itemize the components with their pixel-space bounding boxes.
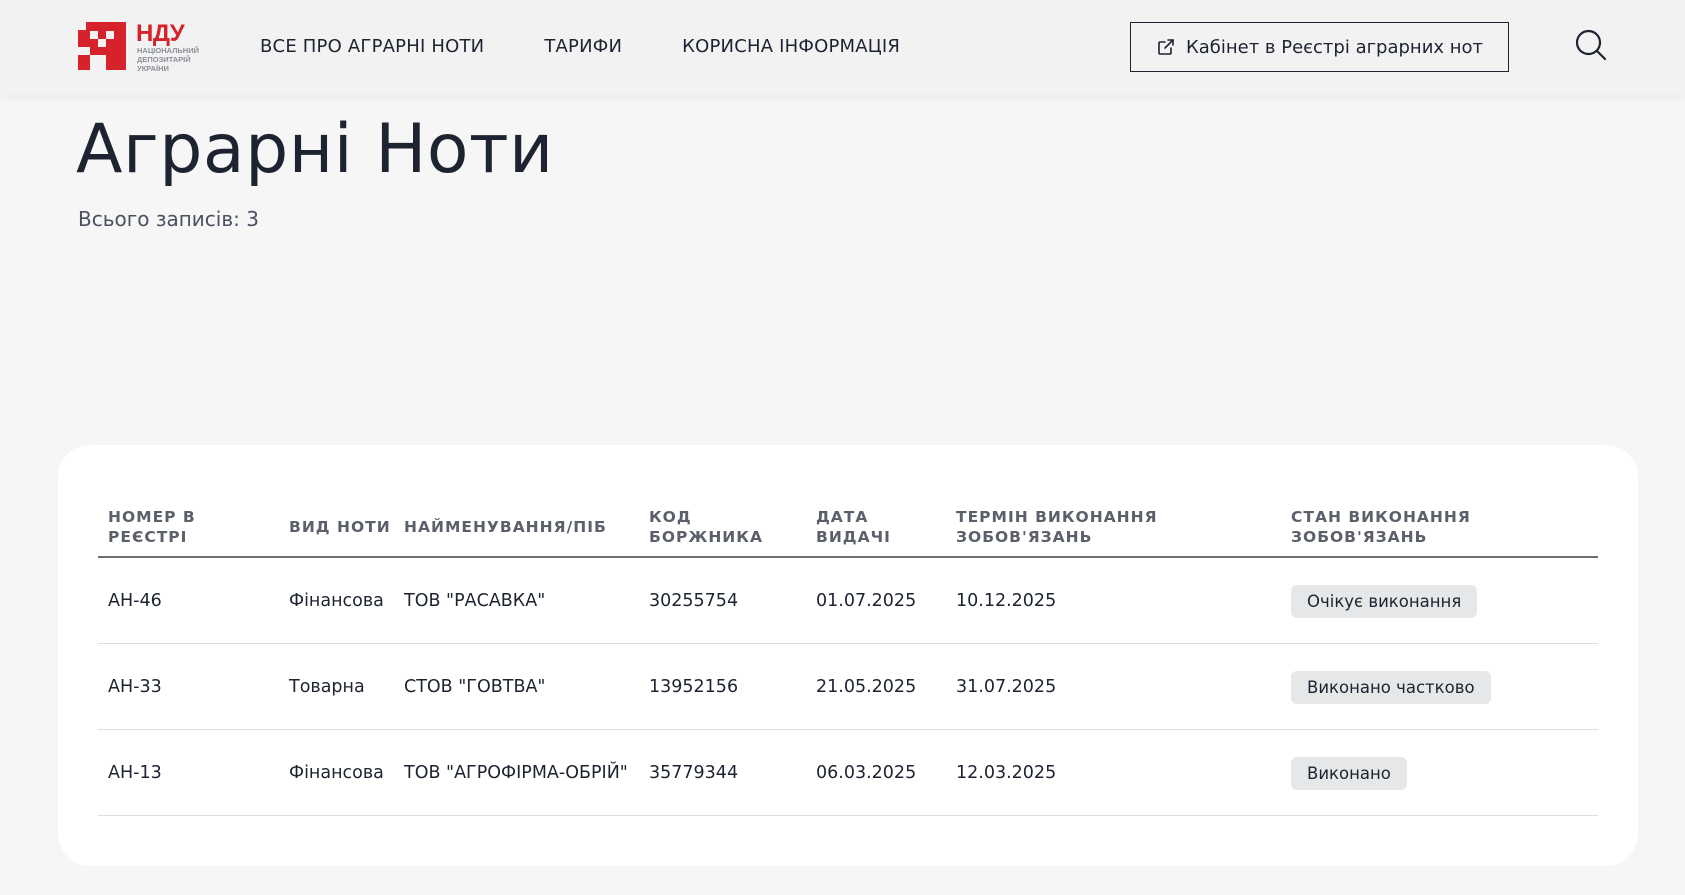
cell-debtor-code: 35779344 (649, 763, 739, 783)
ndu-logo-mark-icon (78, 22, 126, 70)
cell-note-type: Фінансова (289, 591, 384, 611)
page-title: Аграрні Ноти (76, 110, 554, 189)
header-registry-number[interactable]: НОМЕР В РЕЄСТРІ (108, 495, 196, 558)
header-obligation-term[interactable]: ТЕРМІН ВИКОНАННЯ ЗОБОВ'ЯЗАНЬ (956, 495, 1158, 558)
search-button[interactable] (1574, 28, 1608, 62)
nav-useful-info[interactable]: КОРИСНА ІНФОРМАЦІЯ (682, 36, 900, 57)
cell-status: Виконано (1291, 730, 1407, 816)
cell-name: СТОВ "ГОВТВА" (404, 677, 546, 697)
cell-registry-number: АН-13 (108, 763, 162, 783)
site-header: НДУ НАЦІОНАЛЬНИЙ ДЕПОЗИТАРІЙ УКРАЇНИ ВСЕ… (0, 0, 1685, 95)
logo-subtitle: НАЦІОНАЛЬНИЙ ДЕПОЗИТАРІЙ УКРАЇНИ (137, 46, 207, 73)
status-badge: Очікує виконання (1291, 584, 1478, 618)
table-row[interactable]: АН-33 Товарна СТОВ "ГОВТВА" 13952156 21.… (98, 644, 1598, 730)
cell-registry-number: АН-33 (108, 677, 162, 697)
nav-all-about-notes[interactable]: ВСЕ ПРО АГРАРНІ НОТИ (260, 36, 484, 57)
notes-table-card: НОМЕР В РЕЄСТРІ ВИД НОТИ НАЙМЕНУВАННЯ/ПІБ… (58, 445, 1638, 866)
cell-issue-date: 21.05.2025 (816, 677, 917, 697)
records-count: Всього записів: 3 (78, 207, 259, 231)
cell-status: Очікує виконання (1291, 558, 1478, 644)
cabinet-button-label: Кабінет в Реєстрі аграрних нот (1185, 36, 1484, 58)
cell-name: ТОВ "РАСАВКА" (404, 591, 546, 611)
cell-note-type: Фінансова (289, 763, 384, 783)
table-row[interactable]: АН-46 Фінансова ТОВ "РАСАВКА" 30255754 0… (98, 558, 1598, 644)
header-obligation-status[interactable]: СТАН ВИКОНАННЯ ЗОБОВ'ЯЗАНЬ (1291, 495, 1471, 558)
header-debtor-code[interactable]: КОД БОРЖНИКА (649, 495, 763, 558)
nav-tariffs[interactable]: ТАРИФИ (544, 36, 622, 57)
cell-obligation-term: 12.03.2025 (956, 763, 1057, 783)
logo-line-3: УКРАЇНИ (137, 64, 169, 73)
logo-line-1: НАЦІОНАЛЬНИЙ (137, 46, 200, 55)
header-note-type[interactable]: ВИД НОТИ (289, 495, 391, 558)
cell-obligation-term: 31.07.2025 (956, 677, 1057, 697)
cell-issue-date: 01.07.2025 (816, 591, 917, 611)
external-link-icon (1158, 39, 1174, 55)
cell-name: ТОВ "АГРОФІРМА-ОБРІЙ" (404, 763, 628, 783)
table-header: НОМЕР В РЕЄСТРІ ВИД НОТИ НАЙМЕНУВАННЯ/ПІБ… (98, 495, 1598, 558)
ndu-logo[interactable]: НДУ НАЦІОНАЛЬНИЙ ДЕПОЗИТАРІЙ УКРАЇНИ (78, 20, 203, 74)
cell-registry-number: АН-46 (108, 591, 162, 611)
cell-note-type: Товарна (289, 677, 365, 697)
cabinet-registry-button[interactable]: Кабінет в Реєстрі аграрних нот (1130, 22, 1509, 72)
logo-line-2: ДЕПОЗИТАРІЙ (137, 55, 191, 64)
cell-issue-date: 06.03.2025 (816, 763, 917, 783)
logo-abbreviation: НДУ (136, 20, 185, 47)
cell-debtor-code: 30255754 (649, 591, 739, 611)
main-nav: ВСЕ ПРО АГРАРНІ НОТИ ТАРИФИ КОРИСНА ІНФО… (260, 36, 900, 57)
cell-status: Виконано частково (1291, 644, 1491, 730)
status-badge: Виконано частково (1291, 670, 1491, 704)
cell-debtor-code: 13952156 (649, 677, 739, 697)
search-icon (1575, 29, 1607, 61)
notes-table: НОМЕР В РЕЄСТРІ ВИД НОТИ НАЙМЕНУВАННЯ/ПІБ… (98, 495, 1598, 816)
status-badge: Виконано (1291, 756, 1407, 790)
header-issue-date[interactable]: ДАТА ВИДАЧІ (816, 495, 891, 558)
cell-obligation-term: 10.12.2025 (956, 591, 1057, 611)
header-name[interactable]: НАЙМЕНУВАННЯ/ПІБ (404, 495, 607, 558)
table-row[interactable]: АН-13 Фінансова ТОВ "АГРОФІРМА-ОБРІЙ" 35… (98, 730, 1598, 816)
